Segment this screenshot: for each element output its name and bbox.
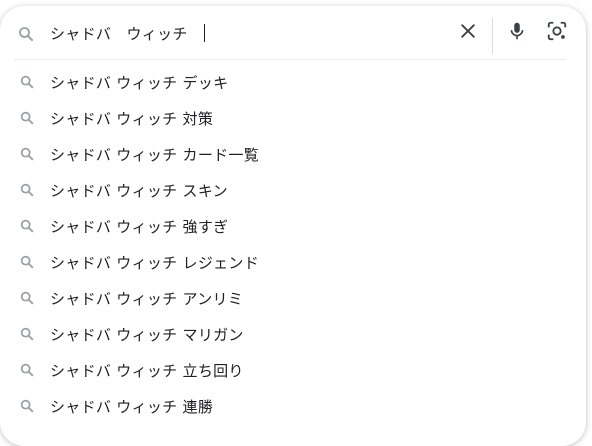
search-icon [19,74,35,90]
search-icon [17,25,35,43]
suggestion-item[interactable]: シャドバ ウィッチ マリガン [0,316,586,352]
suggestion-label: シャドバ ウィッチ カード一覧 [50,145,260,164]
search-icon [19,326,35,342]
search-bar[interactable]: シャドバ ウィッチ [0,6,586,58]
suggestion-label: シャドバ ウィッチ マリガン [50,325,244,344]
text-caret [203,24,206,42]
voice-search-button[interactable] [504,20,530,46]
suggestion-label: シャドバ ウィッチ 強すぎ [50,217,229,236]
toolbar-divider [492,18,493,54]
image-search-button[interactable] [544,20,570,46]
microphone-icon [506,20,528,46]
suggestion-label: シャドバ ウィッチ 対策 [50,109,214,128]
search-icon [19,398,35,414]
search-icon [19,218,35,234]
search-icon [19,254,35,270]
suggestion-item[interactable]: シャドバ ウィッチ デッキ [0,64,586,100]
suggestion-item[interactable]: シャドバ ウィッチ 強すぎ [0,208,586,244]
suggestion-list: シャドバ ウィッチ デッキ シャドバ ウィッチ 対策 シャドバ ウィッチ カード… [0,64,586,424]
suggestion-label: シャドバ ウィッチ スキン [50,181,228,200]
search-autocomplete-popup: シャドバ ウィッチ シャドバ ウィッチ デッキ シャドバ ウィッチ 対策 シャド… [0,6,586,446]
suggestion-item[interactable]: シャドバ ウィッチ 対策 [0,100,586,136]
search-bar-divider [14,59,566,60]
suggestion-label: シャドバ ウィッチ 立ち回り [50,361,244,380]
suggestion-item[interactable]: シャドバ ウィッチ アンリミ [0,280,586,316]
suggestion-label: シャドバ ウィッチ 連勝 [50,397,214,416]
suggestion-label: シャドバ ウィッチ デッキ [50,73,229,92]
search-icon [19,146,35,162]
lens-camera-icon [546,20,568,46]
suggestion-label: シャドバ ウィッチ レジェンド [50,253,260,272]
search-icon [19,110,35,126]
close-icon [458,21,478,45]
search-query-text: シャドバ ウィッチ [50,24,188,43]
suggestion-item[interactable]: シャドバ ウィッチ 立ち回り [0,352,586,388]
suggestion-item[interactable]: シャドバ ウィッチ カード一覧 [0,136,586,172]
suggestion-label: シャドバ ウィッチ アンリミ [50,289,244,308]
suggestion-item[interactable]: シャドバ ウィッチ レジェンド [0,244,586,280]
search-input[interactable]: シャドバ ウィッチ [50,21,206,45]
search-icon [19,290,35,306]
clear-button[interactable] [455,20,481,46]
suggestion-item[interactable]: シャドバ ウィッチ スキン [0,172,586,208]
search-icon [19,362,35,378]
search-icon [19,182,35,198]
suggestion-item[interactable]: シャドバ ウィッチ 連勝 [0,388,586,424]
